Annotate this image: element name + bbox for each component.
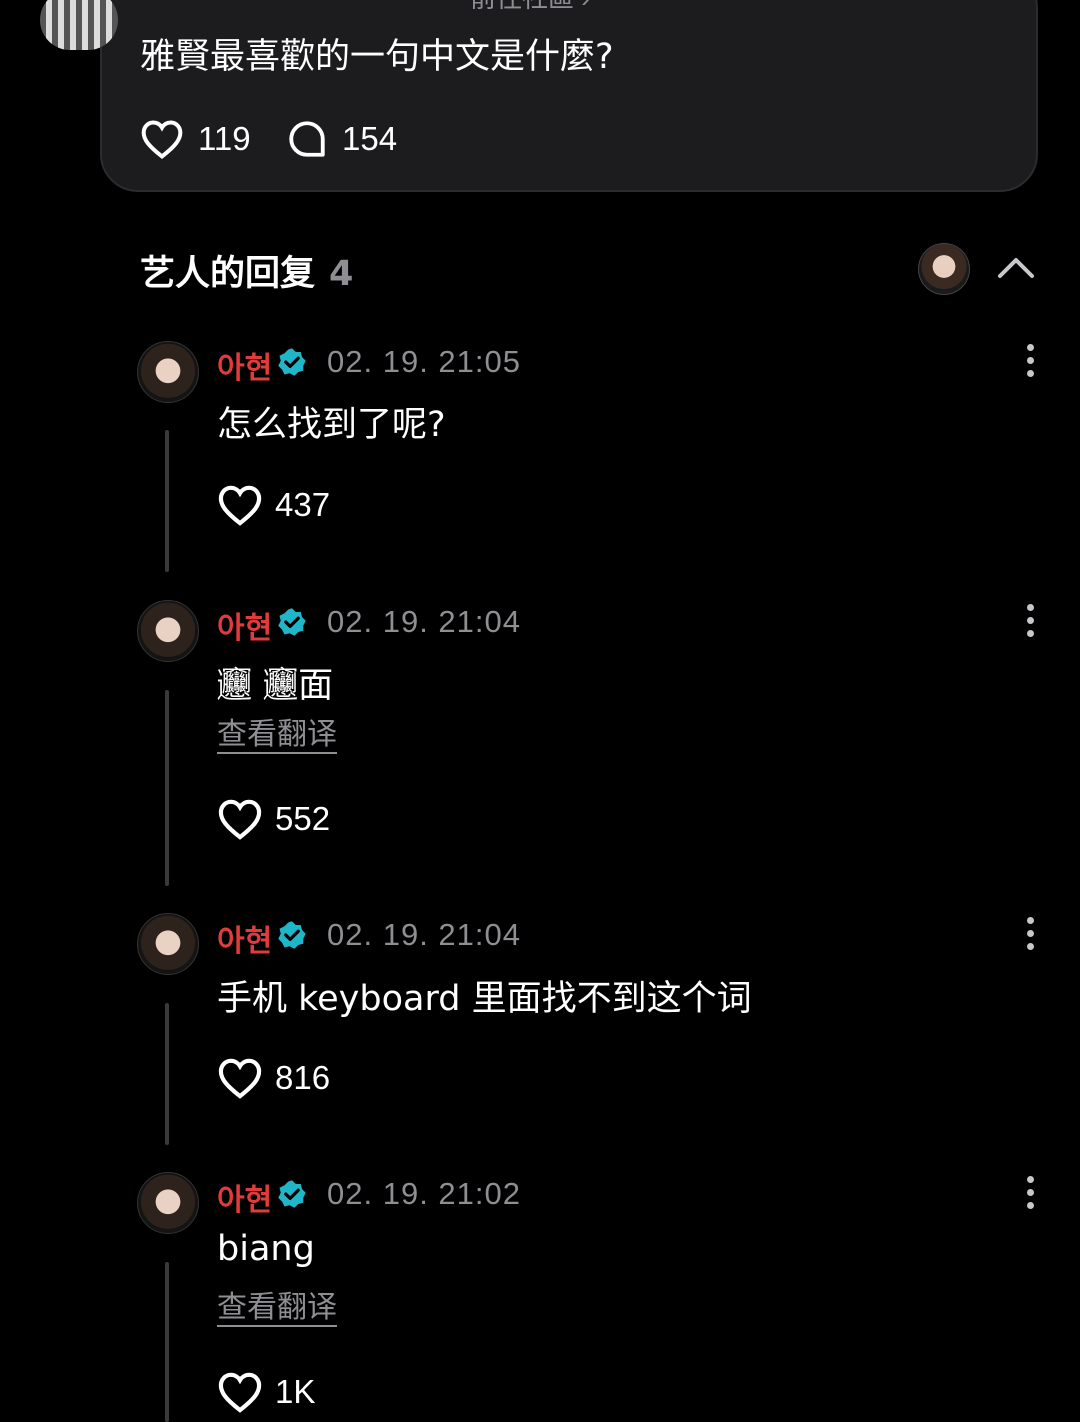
artist-replies-title: 艺人的回复 4 xyxy=(140,245,353,296)
verified-icon xyxy=(278,608,306,636)
reply-text: 手机 keyboard 里面找不到这个词 xyxy=(217,979,752,1019)
reply-timestamp: 02. 19. 21:04 xyxy=(327,604,521,639)
reply-like-count: 552 xyxy=(275,800,331,837)
heart-icon xyxy=(218,485,262,526)
reply-author-name[interactable]: 아현 xyxy=(217,603,272,647)
reply-timestamp: 02. 19. 21:02 xyxy=(327,1176,521,1211)
heart-icon xyxy=(218,1372,262,1413)
verified-icon xyxy=(278,921,306,949)
reply-like-button[interactable]: 552 xyxy=(217,798,330,840)
artist-avatar[interactable] xyxy=(918,243,970,295)
reply-like-count: 1K xyxy=(275,1373,316,1410)
thread-line xyxy=(165,1262,169,1422)
reply-text: 怎么找到了呢? xyxy=(217,405,446,445)
reply-like-count: 437 xyxy=(275,486,331,523)
verified-icon xyxy=(278,1180,306,1208)
chevron-up-icon[interactable] xyxy=(996,248,1036,288)
reply-like-count: 816 xyxy=(275,1059,331,1096)
replies-count: 4 xyxy=(329,254,354,294)
heart-icon xyxy=(141,120,183,159)
reply-like-button[interactable]: 437 xyxy=(217,484,330,526)
reply-author-name[interactable]: 아현 xyxy=(217,343,272,387)
post-question: 雅賢最喜歡的一句中文是什麼? xyxy=(140,37,614,77)
post-like-count: 119 xyxy=(198,120,251,157)
heart-icon xyxy=(218,1058,262,1099)
post-comment-button[interactable]: 154 xyxy=(286,118,397,160)
thread-line xyxy=(165,1003,169,1145)
heart-icon xyxy=(218,799,262,840)
reply-author-name[interactable]: 아현 xyxy=(217,916,272,960)
reply-text: 𰻞 𰻞面 xyxy=(217,666,334,706)
reply-timestamp: 02. 19. 21:05 xyxy=(327,344,521,379)
translate-link[interactable]: 查看翻译 xyxy=(217,718,337,754)
reply-text: biang xyxy=(217,1229,315,1269)
reply-avatar[interactable] xyxy=(137,600,199,662)
reply-avatar[interactable] xyxy=(137,341,199,403)
reply-like-button[interactable]: 816 xyxy=(217,1057,330,1099)
more-icon[interactable] xyxy=(1018,917,1042,957)
more-icon[interactable] xyxy=(1018,1176,1042,1216)
reply-timestamp: 02. 19. 21:04 xyxy=(327,917,521,952)
section-title-text: 艺人的回复 xyxy=(140,254,316,294)
post-author-avatar[interactable] xyxy=(40,0,118,50)
post-like-button[interactable]: 119 xyxy=(140,118,251,160)
thread-line xyxy=(165,430,169,572)
community-link[interactable]: 前往社區 › xyxy=(470,0,590,15)
verified-icon xyxy=(278,348,306,376)
reply-avatar[interactable] xyxy=(137,1172,199,1234)
reply-avatar[interactable] xyxy=(137,913,199,975)
post-comment-count: 154 xyxy=(342,120,398,157)
reply-author-name[interactable]: 아현 xyxy=(217,1175,272,1219)
reply-like-button[interactable]: 1K xyxy=(217,1371,315,1413)
comment-icon xyxy=(289,121,325,157)
more-icon[interactable] xyxy=(1018,344,1042,384)
translate-link[interactable]: 查看翻译 xyxy=(217,1291,337,1327)
more-icon[interactable] xyxy=(1018,604,1042,644)
thread-line xyxy=(165,690,169,886)
